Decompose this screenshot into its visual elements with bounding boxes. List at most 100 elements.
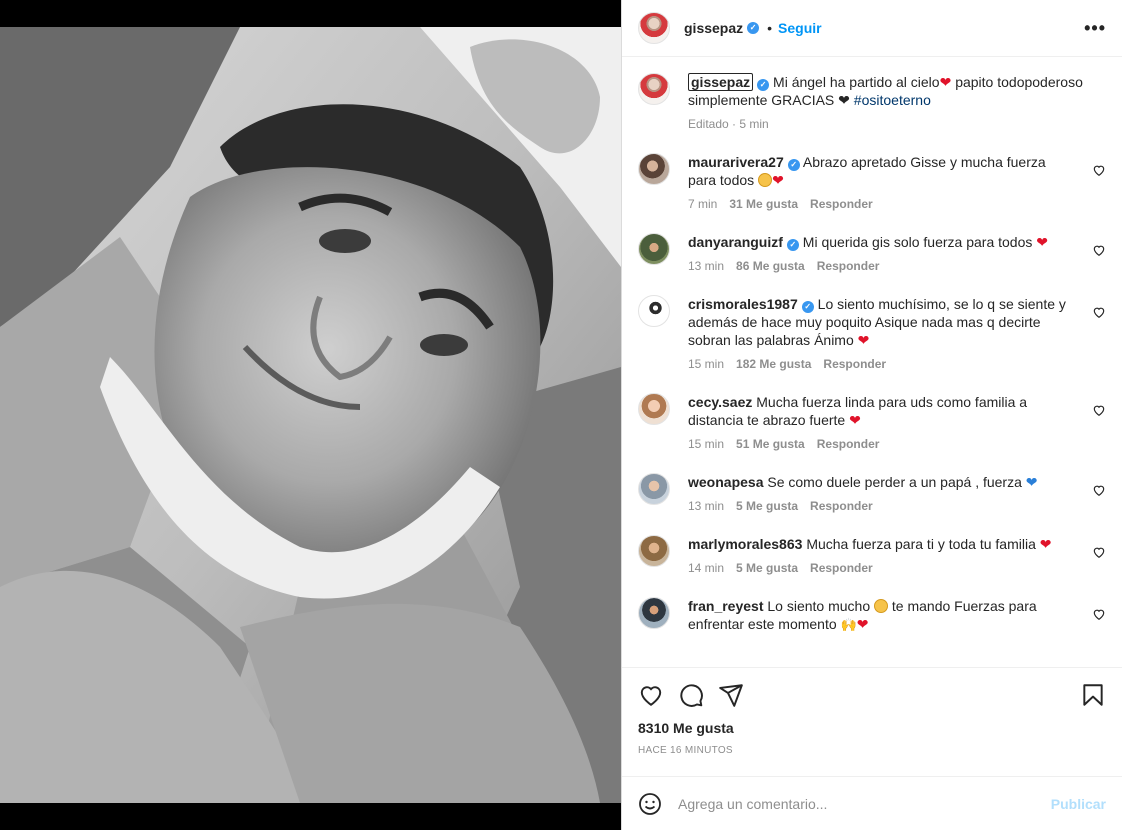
reply-button[interactable]: Responder bbox=[810, 561, 873, 575]
post-actions: 8310 Me gusta HACE 16 MINUTOS bbox=[622, 667, 1122, 756]
author-username[interactable]: gissepaz bbox=[684, 20, 743, 36]
more-icon[interactable]: ••• bbox=[1084, 18, 1106, 39]
post-photo[interactable] bbox=[0, 27, 621, 803]
comment-username[interactable]: fran_reyest bbox=[688, 598, 764, 614]
post-time: HACE 16 MINUTOS bbox=[638, 745, 733, 756]
praying-hands-emoji-icon: 🙌 bbox=[840, 617, 857, 632]
share-icon[interactable] bbox=[718, 682, 744, 708]
comment-body-text: Mucha fuerza para ti y toda tu familia bbox=[806, 536, 1036, 552]
post-header: gissepaz ✓ • Seguir ••• bbox=[622, 0, 1122, 57]
heart-emoji-icon: ❤ bbox=[1039, 536, 1052, 552]
emoji-icon[interactable] bbox=[638, 792, 662, 816]
comment-text: marlymorales863 Mucha fuerza para ti y t… bbox=[688, 535, 1076, 553]
caption-text-part-1: Mi ángel ha partido al cielo bbox=[773, 74, 940, 90]
comment-avatar[interactable] bbox=[638, 597, 670, 629]
comment-body: cecy.saez Mucha fuerza linda para uds co… bbox=[688, 393, 1106, 451]
sad-face-emoji-icon bbox=[874, 599, 889, 613]
comment-body-text: Mi querida gis solo fuerza para todos bbox=[802, 234, 1033, 250]
comment-time: 13 min bbox=[688, 259, 725, 273]
verified-icon: ✓ bbox=[757, 79, 770, 91]
comments-list[interactable]: gissepaz ✓ Mi ángel ha partido al cielo❤ … bbox=[622, 57, 1122, 667]
comment-username[interactable]: danyaranguizf bbox=[688, 234, 783, 250]
author-avatar[interactable] bbox=[638, 12, 670, 44]
reply-button[interactable]: Responder bbox=[810, 197, 873, 211]
comment-username[interactable]: marlymorales863 bbox=[688, 536, 802, 552]
comment-body: crismorales1987 ✓ Lo siento muchísimo, se… bbox=[688, 295, 1106, 371]
verified-icon: ✓ bbox=[787, 159, 800, 171]
like-icon[interactable] bbox=[638, 682, 664, 708]
reply-button[interactable]: Responder bbox=[810, 499, 873, 513]
comment-time: 13 min bbox=[688, 499, 725, 513]
comment-like-icon[interactable] bbox=[1092, 305, 1106, 319]
save-icon[interactable] bbox=[1080, 682, 1106, 708]
heart-emoji-icon: ❤ bbox=[849, 412, 861, 428]
comment-meta: 7 min 31 Me gusta Responder bbox=[688, 197, 1076, 211]
verified-icon: ✓ bbox=[747, 22, 760, 34]
caption-edited: Editado · 5 min bbox=[688, 117, 769, 131]
comment-text: crismorales1987 ✓ Lo siento muchísimo, se… bbox=[688, 295, 1076, 349]
comment-time: 7 min bbox=[688, 197, 718, 211]
heart-emoji-icon: ❤ bbox=[772, 172, 784, 188]
comment-body: maurarivera27 ✓ Abrazo apretado Gisse y m… bbox=[688, 153, 1106, 211]
comment-likes[interactable]: 5 Me gusta bbox=[736, 499, 798, 513]
comment-avatar[interactable] bbox=[638, 535, 670, 567]
follow-button[interactable]: Seguir bbox=[778, 20, 822, 36]
blue-heart-emoji-icon: ❤ bbox=[1025, 474, 1038, 490]
heart-emoji-icon: ❤ bbox=[856, 616, 869, 632]
comment-avatar[interactable] bbox=[638, 473, 670, 505]
caption-avatar[interactable] bbox=[638, 73, 670, 105]
comment-input[interactable] bbox=[678, 795, 1051, 812]
comment-like-icon[interactable] bbox=[1092, 483, 1106, 497]
heart-emoji-icon: ❤ bbox=[857, 332, 870, 348]
comment-like-icon[interactable] bbox=[1092, 243, 1106, 257]
reply-button[interactable]: Responder bbox=[817, 259, 880, 273]
comment-likes[interactable]: 31 Me gusta bbox=[729, 197, 798, 211]
heart-emoji-icon: ❤ bbox=[939, 74, 952, 90]
comment-username[interactable]: weonapesa bbox=[688, 474, 763, 490]
likes-count[interactable]: 8310 Me gusta bbox=[638, 720, 1106, 736]
comment-text: cecy.saez Mucha fuerza linda para uds co… bbox=[688, 393, 1076, 429]
comment-username[interactable]: maurarivera27 bbox=[688, 154, 784, 170]
comment-like-icon[interactable] bbox=[1092, 163, 1106, 177]
comment-text: maurarivera27 ✓ Abrazo apretado Gisse y m… bbox=[688, 153, 1076, 189]
verified-icon: ✓ bbox=[786, 239, 799, 251]
comment-item: fran_reyest Lo siento mucho te mando Fue… bbox=[638, 597, 1106, 634]
comment-body: marlymorales863 Mucha fuerza para ti y t… bbox=[688, 535, 1106, 575]
comment-meta: 13 min 5 Me gusta Responder bbox=[688, 499, 1076, 513]
heart-emoji-icon: ❤ bbox=[1036, 234, 1048, 250]
comment-meta: 13 min 86 Me gusta Responder bbox=[688, 259, 1076, 273]
comment-body: danyaranguizf ✓ Mi querida gis solo fuerz… bbox=[688, 233, 1106, 273]
comment-username[interactable]: cecy.saez bbox=[688, 394, 752, 410]
comment-avatar[interactable] bbox=[638, 233, 670, 265]
caption-hashtag[interactable]: #ositoeterno bbox=[854, 92, 931, 108]
sad-face-emoji-icon bbox=[758, 173, 773, 187]
comment-item: weonapesa Se como duele perder a un papá… bbox=[638, 473, 1106, 513]
publish-button[interactable]: Publicar bbox=[1051, 796, 1106, 812]
comment-time: 15 min bbox=[688, 437, 725, 451]
comment-like-icon[interactable] bbox=[1092, 607, 1106, 621]
comment-likes[interactable]: 182 Me gusta bbox=[736, 357, 811, 371]
comment-likes[interactable]: 51 Me gusta bbox=[736, 437, 805, 451]
comment-avatar[interactable] bbox=[638, 393, 670, 425]
caption-time: 5 min bbox=[739, 117, 769, 131]
post-caption: gissepaz ✓ Mi ángel ha partido al cielo❤ … bbox=[638, 73, 1106, 131]
comment-like-icon[interactable] bbox=[1092, 545, 1106, 559]
comment-meta: 15 min 182 Me gusta Responder bbox=[688, 357, 1076, 371]
comment-time: 15 min bbox=[688, 357, 725, 371]
comment-body-text-part-1: Lo siento mucho bbox=[767, 598, 871, 614]
reply-button[interactable]: Responder bbox=[817, 437, 880, 451]
comment-item: maurarivera27 ✓ Abrazo apretado Gisse y m… bbox=[638, 153, 1106, 211]
comment-icon[interactable] bbox=[678, 682, 704, 708]
comment-text: weonapesa Se como duele perder a un papá… bbox=[688, 473, 1076, 491]
post-photo-image bbox=[0, 27, 621, 803]
caption-meta: Editado · 5 min bbox=[688, 117, 1106, 131]
caption-username[interactable]: gissepaz bbox=[688, 73, 754, 91]
comment-text: fran_reyest Lo siento mucho te mando Fue… bbox=[688, 597, 1076, 634]
comment-username[interactable]: crismorales1987 bbox=[688, 296, 798, 312]
comment-likes[interactable]: 86 Me gusta bbox=[736, 259, 805, 273]
comment-likes[interactable]: 5 Me gusta bbox=[736, 561, 798, 575]
reply-button[interactable]: Responder bbox=[823, 357, 886, 371]
comment-avatar[interactable] bbox=[638, 153, 670, 185]
comment-avatar[interactable] bbox=[638, 295, 670, 327]
comment-like-icon[interactable] bbox=[1092, 403, 1106, 417]
